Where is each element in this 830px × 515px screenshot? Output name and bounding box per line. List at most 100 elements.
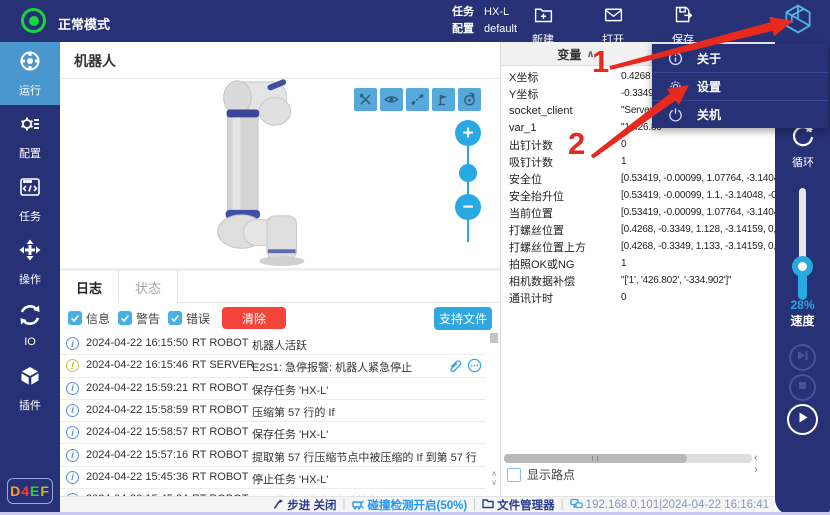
warning-checkbox[interactable] [118, 311, 132, 325]
log-message: 停止任务 'HX-L' [252, 471, 328, 487]
network-status[interactable]: 192.168.0.101|2024-04-22 16:16:41 [570, 498, 769, 513]
h-scroll-arrows[interactable]: ‹ › [754, 452, 775, 476]
sidebar-item-config[interactable]: 配置 [0, 105, 60, 168]
log-entry[interactable]: i 2024-04-22 15:59:21 RT ROBOT 保存任务 'HX-… [60, 378, 486, 400]
variable-row[interactable]: 打螺丝位置[0.4268, -0.3349, 1.128, -3.14159, … [501, 221, 776, 238]
rotate-view-button[interactable] [458, 88, 481, 111]
variable-name: 吸钉计数 [501, 154, 621, 170]
variable-value: [0.53419, -0.00099, 1.07764, -3.14048, [621, 207, 787, 218]
robot-3d-panel: 机器人 + − [60, 42, 500, 268]
sidebar-item-label: 操作 [19, 271, 41, 287]
log-time: 2024-04-22 15:45:36 [86, 471, 188, 483]
log-message: 提取第 57 行压缩节点中被压缩的 If 到第 57 行 [252, 449, 477, 465]
mode-status-icon [21, 8, 46, 33]
new-task-button[interactable]: 新建 [518, 2, 568, 42]
log-scrollbar-thumb[interactable] [490, 333, 498, 343]
variable-name: var_1 [501, 122, 621, 134]
app-menu-button[interactable] [779, 2, 817, 40]
variables-header-cell[interactable]: 变量 ∧ [501, 42, 652, 66]
plugin-cube-icon [18, 364, 42, 393]
sidebar-item-run[interactable]: 运行 [0, 42, 60, 105]
open-task-label: 打开 [602, 31, 624, 47]
log-entry[interactable]: i 2024-04-22 16:15:50 RT ROBOT 机器人活跃 [60, 333, 486, 355]
info-filter-label: 信息 [86, 310, 110, 327]
menu-item-about[interactable]: 关于 [652, 44, 828, 72]
log-entry[interactable]: i 2024-04-22 15:58:59 RT ROBOT 压缩第 57 行的… [60, 400, 486, 422]
more-options-icon[interactable] [467, 358, 482, 373]
save-task-button[interactable]: 保存 [658, 2, 708, 42]
eye-button[interactable] [380, 88, 403, 111]
stop-button[interactable] [789, 374, 816, 401]
error-checkbox[interactable] [168, 311, 182, 325]
tools-button[interactable] [354, 88, 377, 111]
gear-icon [668, 79, 683, 94]
zoom-in-button[interactable]: + [455, 120, 481, 146]
brand-cube-icon [781, 2, 815, 41]
log-entry[interactable]: i 2024-04-22 15:57:16 RT ROBOT 提取第 57 行压… [60, 445, 486, 467]
config-gear-icon [18, 112, 42, 141]
badge-letter: E [30, 483, 40, 499]
variables-title: 变量 [557, 46, 581, 63]
skip-icon [796, 349, 809, 367]
log-source: RT ROBOT [192, 471, 248, 483]
play-button[interactable] [787, 404, 818, 435]
separator: | [561, 499, 564, 511]
path-button[interactable] [406, 88, 429, 111]
step-mode-status[interactable]: 步进 关闭 [272, 497, 336, 513]
speed-slider-handle[interactable] [792, 256, 813, 277]
log-entry[interactable]: i 2024-04-22 15:45:24 RT ROBOT 操作模式切换为: … [60, 489, 486, 496]
log-entry[interactable]: i 2024-04-22 15:45:36 RT ROBOT 停止任务 'HX-… [60, 467, 486, 489]
log-scroll-arrows[interactable]: ∧∨ [488, 469, 500, 487]
log-entry[interactable]: i 2024-04-22 15:58:57 RT ROBOT 保存任务 'HX-… [60, 422, 486, 444]
variable-name: 拍照OK或NG [501, 256, 621, 272]
variable-name: Y坐标 [501, 86, 621, 102]
variable-row[interactable]: 安全位[0.53419, -0.00099, 1.07764, -3.14048… [501, 170, 776, 187]
sidebar-item-operate[interactable]: 操作 [0, 231, 60, 294]
variable-value: [0.4268, -0.3349, 1.128, -3.14159, 0, -1 [621, 224, 787, 235]
loop-mode-button[interactable]: 循环 [789, 122, 817, 162]
show-waypoints-checkbox[interactable] [507, 468, 521, 482]
variable-row[interactable]: 通讯计时0 [501, 289, 776, 306]
menu-item-settings[interactable]: 设置 [652, 72, 828, 100]
variable-row[interactable]: 拍照OK或NG1 [501, 255, 776, 272]
variable-row[interactable]: 出钉计数0 [501, 136, 776, 153]
variable-name: 出钉计数 [501, 137, 621, 153]
tab-log[interactable]: 日志 [60, 271, 119, 303]
variable-value: "['1', '426.802', '-334.902']" [621, 275, 731, 286]
sidebar-item-task[interactable]: 任务 [0, 168, 60, 231]
open-task-button[interactable]: 打开 [588, 2, 638, 42]
sidebar-item-io[interactable]: IO [0, 294, 60, 357]
variable-value: 0 [621, 139, 626, 150]
zoom-out-button[interactable]: − [455, 194, 481, 220]
power-icon [668, 107, 683, 122]
variable-row[interactable]: 相机数据补偿"['1', '426.802', '-334.902']" [501, 272, 776, 289]
zoom-slider-handle[interactable] [459, 164, 477, 182]
info-checkbox[interactable] [68, 311, 82, 325]
variable-value: [0.4268, -0.3349, 1.133, -3.14159, 0, -1 [621, 241, 787, 252]
config-value: default [484, 21, 517, 38]
task-config-info: 任务HX-L 配置default [452, 4, 517, 38]
variable-row[interactable]: 打螺丝位置上方[0.4268, -0.3349, 1.133, -3.14159… [501, 238, 776, 255]
clear-log-button[interactable]: 清除 [222, 307, 286, 329]
variable-row[interactable]: 当前位置[0.53419, -0.00099, 1.07764, -3.1404… [501, 204, 776, 221]
support-files-button[interactable]: 支持文件 [434, 307, 492, 330]
tab-status[interactable]: 状态 [119, 271, 178, 303]
file-manager-label: 文件管理器 [497, 497, 555, 513]
io-cycle-icon [18, 303, 42, 332]
flag-button[interactable] [432, 88, 455, 111]
config-label: 配置 [452, 21, 474, 38]
sidebar-item-plugin[interactable]: 插件 [0, 357, 60, 420]
h-scrollbar-thumb[interactable] [504, 454, 687, 463]
file-manager-link[interactable]: 文件管理器 [482, 497, 555, 513]
log-entry[interactable]: ! 2024-04-22 16:15:46 RT SERVER E2S1: 急停… [60, 355, 486, 377]
menu-item-shutdown[interactable]: 关机 [652, 100, 828, 128]
sidebar-item-label: IO [24, 336, 36, 348]
step-over-button[interactable] [789, 344, 816, 371]
log-message: 保存任务 'HX-L' [252, 382, 328, 398]
attachment-icon[interactable] [447, 358, 462, 373]
variable-row[interactable]: 安全抬升位[0.53419, -0.00099, 1.1, -3.14048, … [501, 187, 776, 204]
collision-detection-status[interactable]: 碰撞检测开启(50%) [351, 497, 467, 513]
variable-row[interactable]: 吸钉计数1 [501, 153, 776, 170]
save-task-icon [673, 2, 694, 30]
robot-3d-render[interactable] [215, 76, 315, 268]
